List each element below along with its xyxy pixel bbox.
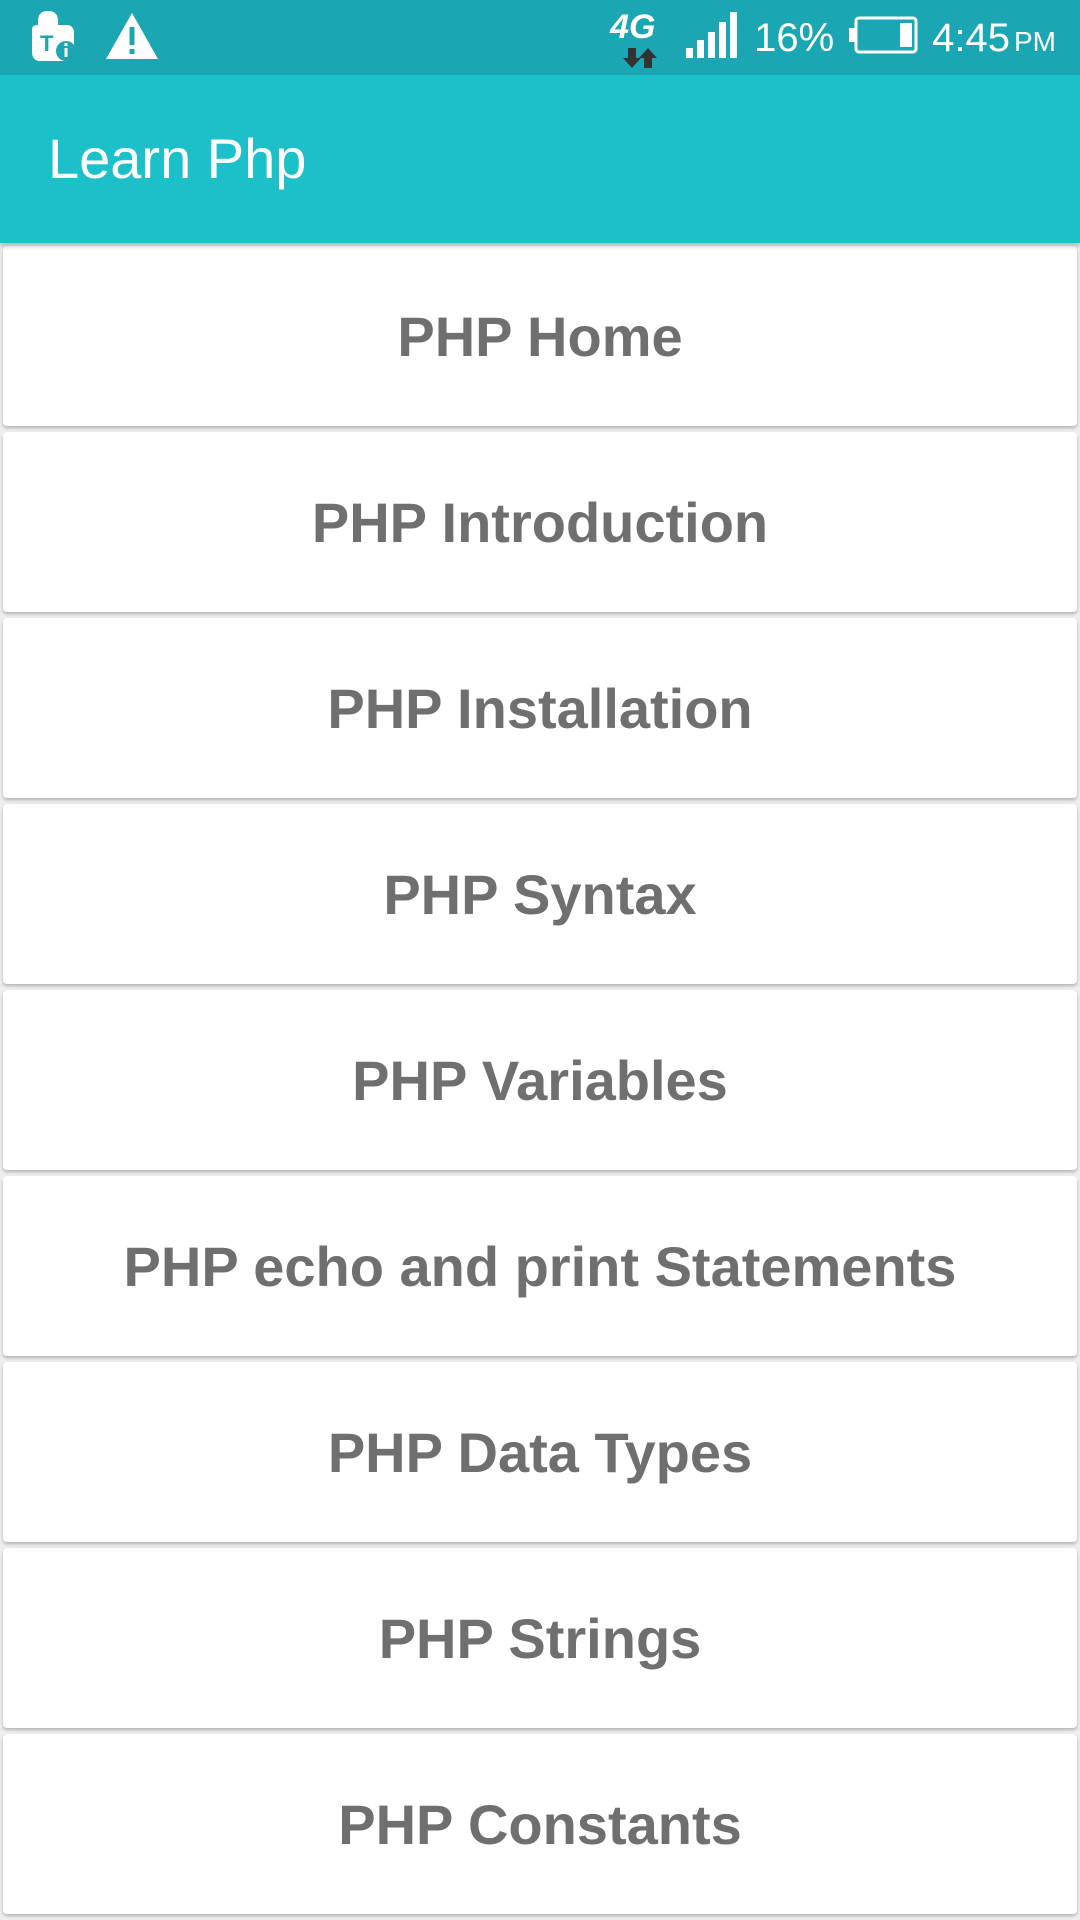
status-bar-right: 4G 16% 4:45 PM [604, 0, 1056, 75]
topic-label: PHP Variables [352, 1048, 728, 1112]
topic-label: PHP Syntax [383, 862, 697, 926]
tmobile-info-icon: T [26, 7, 84, 70]
topic-label: PHP echo and print Statements [123, 1234, 957, 1298]
4g-data-icon: 4G [604, 6, 670, 70]
topic-item-php-introduction[interactable]: PHP Introduction [3, 432, 1077, 612]
topic-item-php-syntax[interactable]: PHP Syntax [3, 804, 1077, 984]
app-bar: Learn Php [0, 75, 1080, 243]
clock-ampm: PM [1014, 25, 1056, 57]
warning-icon [104, 10, 160, 67]
topic-label: PHP Home [397, 304, 683, 368]
topic-item-php-echo-print[interactable]: PHP echo and print Statements [3, 1176, 1077, 1356]
topic-label: PHP Installation [327, 676, 753, 740]
topic-label: PHP Introduction [311, 490, 769, 554]
topic-label: PHP Constants [338, 1792, 742, 1856]
battery-icon [848, 16, 918, 59]
topic-item-php-home[interactable]: PHP Home [3, 246, 1077, 426]
app-title: Learn Php [48, 127, 307, 190]
battery-percent: 16% [754, 15, 835, 60]
status-bar: T 4G 16% 4:45 PM [0, 0, 1080, 75]
topic-item-php-constants[interactable]: PHP Constants [3, 1734, 1077, 1914]
topic-list: PHP Home PHP Introduction PHP Installati… [0, 246, 1080, 1920]
topic-item-php-variables[interactable]: PHP Variables [3, 990, 1077, 1170]
topic-label: PHP Data Types [327, 1420, 753, 1484]
status-bar-left: T [26, 8, 160, 68]
svg-text:T: T [40, 31, 54, 56]
topic-label: PHP Strings [378, 1606, 702, 1670]
topic-item-php-data-types[interactable]: PHP Data Types [3, 1362, 1077, 1542]
topic-item-php-installation[interactable]: PHP Installation [3, 618, 1077, 798]
clock: 4:45 PM [932, 18, 1056, 58]
clock-time: 4:45 [932, 15, 1010, 60]
signal-icon [684, 12, 740, 63]
network-type-label: 4G [610, 7, 656, 46]
topic-item-php-strings[interactable]: PHP Strings [3, 1548, 1077, 1728]
